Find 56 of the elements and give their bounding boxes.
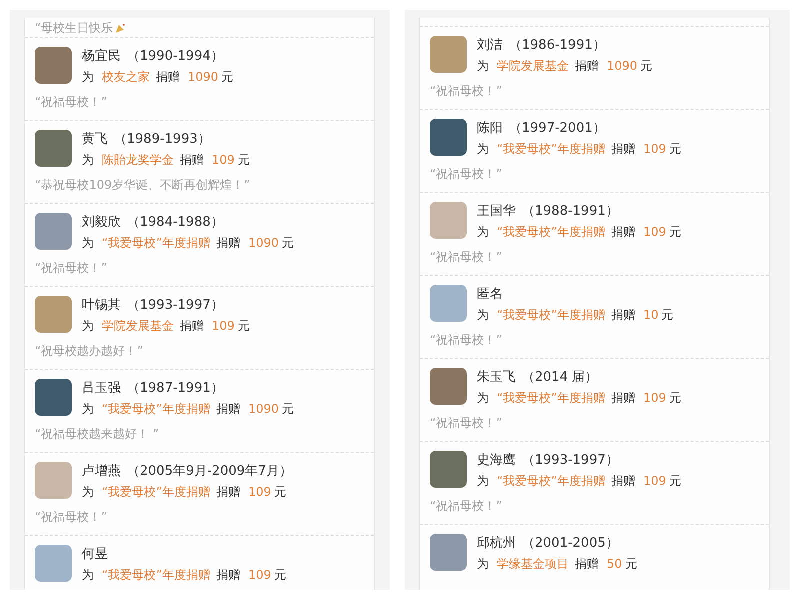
avatar-photo-placeholder — [35, 379, 72, 416]
donor-name: 匿名 — [477, 286, 504, 304]
donation-text: 为 学院发展基金 捐赠 109 元 — [82, 318, 250, 335]
avatar-photo-placeholder — [35, 462, 72, 499]
donor-message: “祝福母校！” — [35, 94, 108, 111]
donor-name: 何昱 — [82, 546, 109, 564]
donor-name: 吕玉强 （1987-1991） — [82, 380, 225, 398]
donation-text: 为 “我爱母校”年度捐赠 捐赠 1090 元 — [82, 401, 294, 418]
avatar-photo-placeholder — [35, 47, 72, 84]
donor-message: “祝福母校！” — [430, 332, 504, 349]
donor-name: 刘毅欣 （1984-1988） — [82, 214, 225, 232]
donor-name: 杨宜民 （1990-1994） — [82, 48, 225, 66]
donor-message: “祝福母校！” — [430, 83, 504, 100]
donor-message: “祝福母校！” — [430, 498, 504, 515]
donor-name: 陈阳 （1997-2001） — [477, 120, 607, 138]
donation-text: 为 “我爱母校”年度捐赠 捐赠 109 元 — [82, 567, 286, 584]
avatar-photo-placeholder — [430, 285, 467, 322]
avatar-photo-placeholder — [430, 368, 467, 405]
donor-name: 王国华 （1988-1991） — [477, 203, 620, 221]
donor-message: “祝福母校！” — [430, 415, 504, 432]
donor-name: 史海鹰 （1993-1997） — [477, 452, 620, 470]
donor-message: “祝福母校！” — [430, 249, 504, 266]
donation-text: 为 “我爱母校”年度捐赠 捐赠 109 元 — [477, 224, 682, 241]
donation-text: 为 “我爱母校”年度捐赠 捐赠 109 元 — [82, 484, 288, 501]
donor-message: “祝福母校越来越好！ ” — [35, 426, 160, 443]
donor-name: 邱杭州 （2001-2005） — [477, 535, 620, 553]
avatar-photo-placeholder — [430, 202, 467, 239]
party-popper-icon — [115, 22, 128, 34]
donor-name: 刘洁 （1986-1991） — [477, 37, 607, 55]
donation-text: 为 “我爱母校”年度捐赠 捐赠 1090 元 — [82, 235, 294, 252]
donor-name: 朱玉飞 （2014 届） — [477, 369, 600, 387]
avatar-photo-placeholder — [35, 130, 72, 167]
donor-name: 叶锡其 （1993-1997） — [82, 297, 225, 315]
avatar-photo-placeholder — [430, 534, 467, 571]
donation-text: 为 陈貽龙奖学金 捐赠 109 元 — [82, 152, 250, 169]
donation-text: 为 “我爱母校”年度捐赠 捐赠 109 元 — [477, 141, 682, 158]
donation-text: 为 “我爱母校”年度捐赠 捐赠 109 元 — [477, 473, 682, 490]
avatar-photo-placeholder — [35, 545, 72, 582]
donation-text: 为 学院发展基金 捐赠 1090 元 — [477, 58, 653, 75]
donor-message: “祝福母校！” — [430, 166, 504, 183]
donation-text: 为 “我爱母校”年度捐赠 捐赠 10 元 — [477, 307, 674, 324]
avatar-photo-placeholder — [430, 119, 467, 156]
donor-message: “祝福母校！” — [35, 260, 108, 277]
donor-message: “祝福母校！” — [35, 509, 108, 526]
donor-message: “祝母校越办越好！” — [35, 343, 144, 360]
avatar-photo-placeholder — [430, 451, 467, 488]
donor-name: 黄飞 （1989-1993） — [82, 131, 212, 149]
donor-message: “恭祝母校109岁华诞、不断再创辉煌！” — [35, 177, 252, 194]
avatar-photo-placeholder — [430, 36, 467, 73]
donation-text: 为 “我爱母校”年度捐赠 捐赠 109 元 — [477, 390, 682, 407]
donation-text: 为 校友之家 捐赠 1090 元 — [82, 69, 234, 86]
donor-message: “母校生日快乐 — [35, 20, 114, 34]
donor-name: 卢增燕 （2005年9月-2009年7月） — [82, 463, 292, 481]
avatar-photo-placeholder — [35, 213, 72, 250]
avatar-photo-placeholder — [35, 296, 72, 333]
donation-text: 为 学缘基金项目 捐赠 50 元 — [477, 556, 638, 573]
